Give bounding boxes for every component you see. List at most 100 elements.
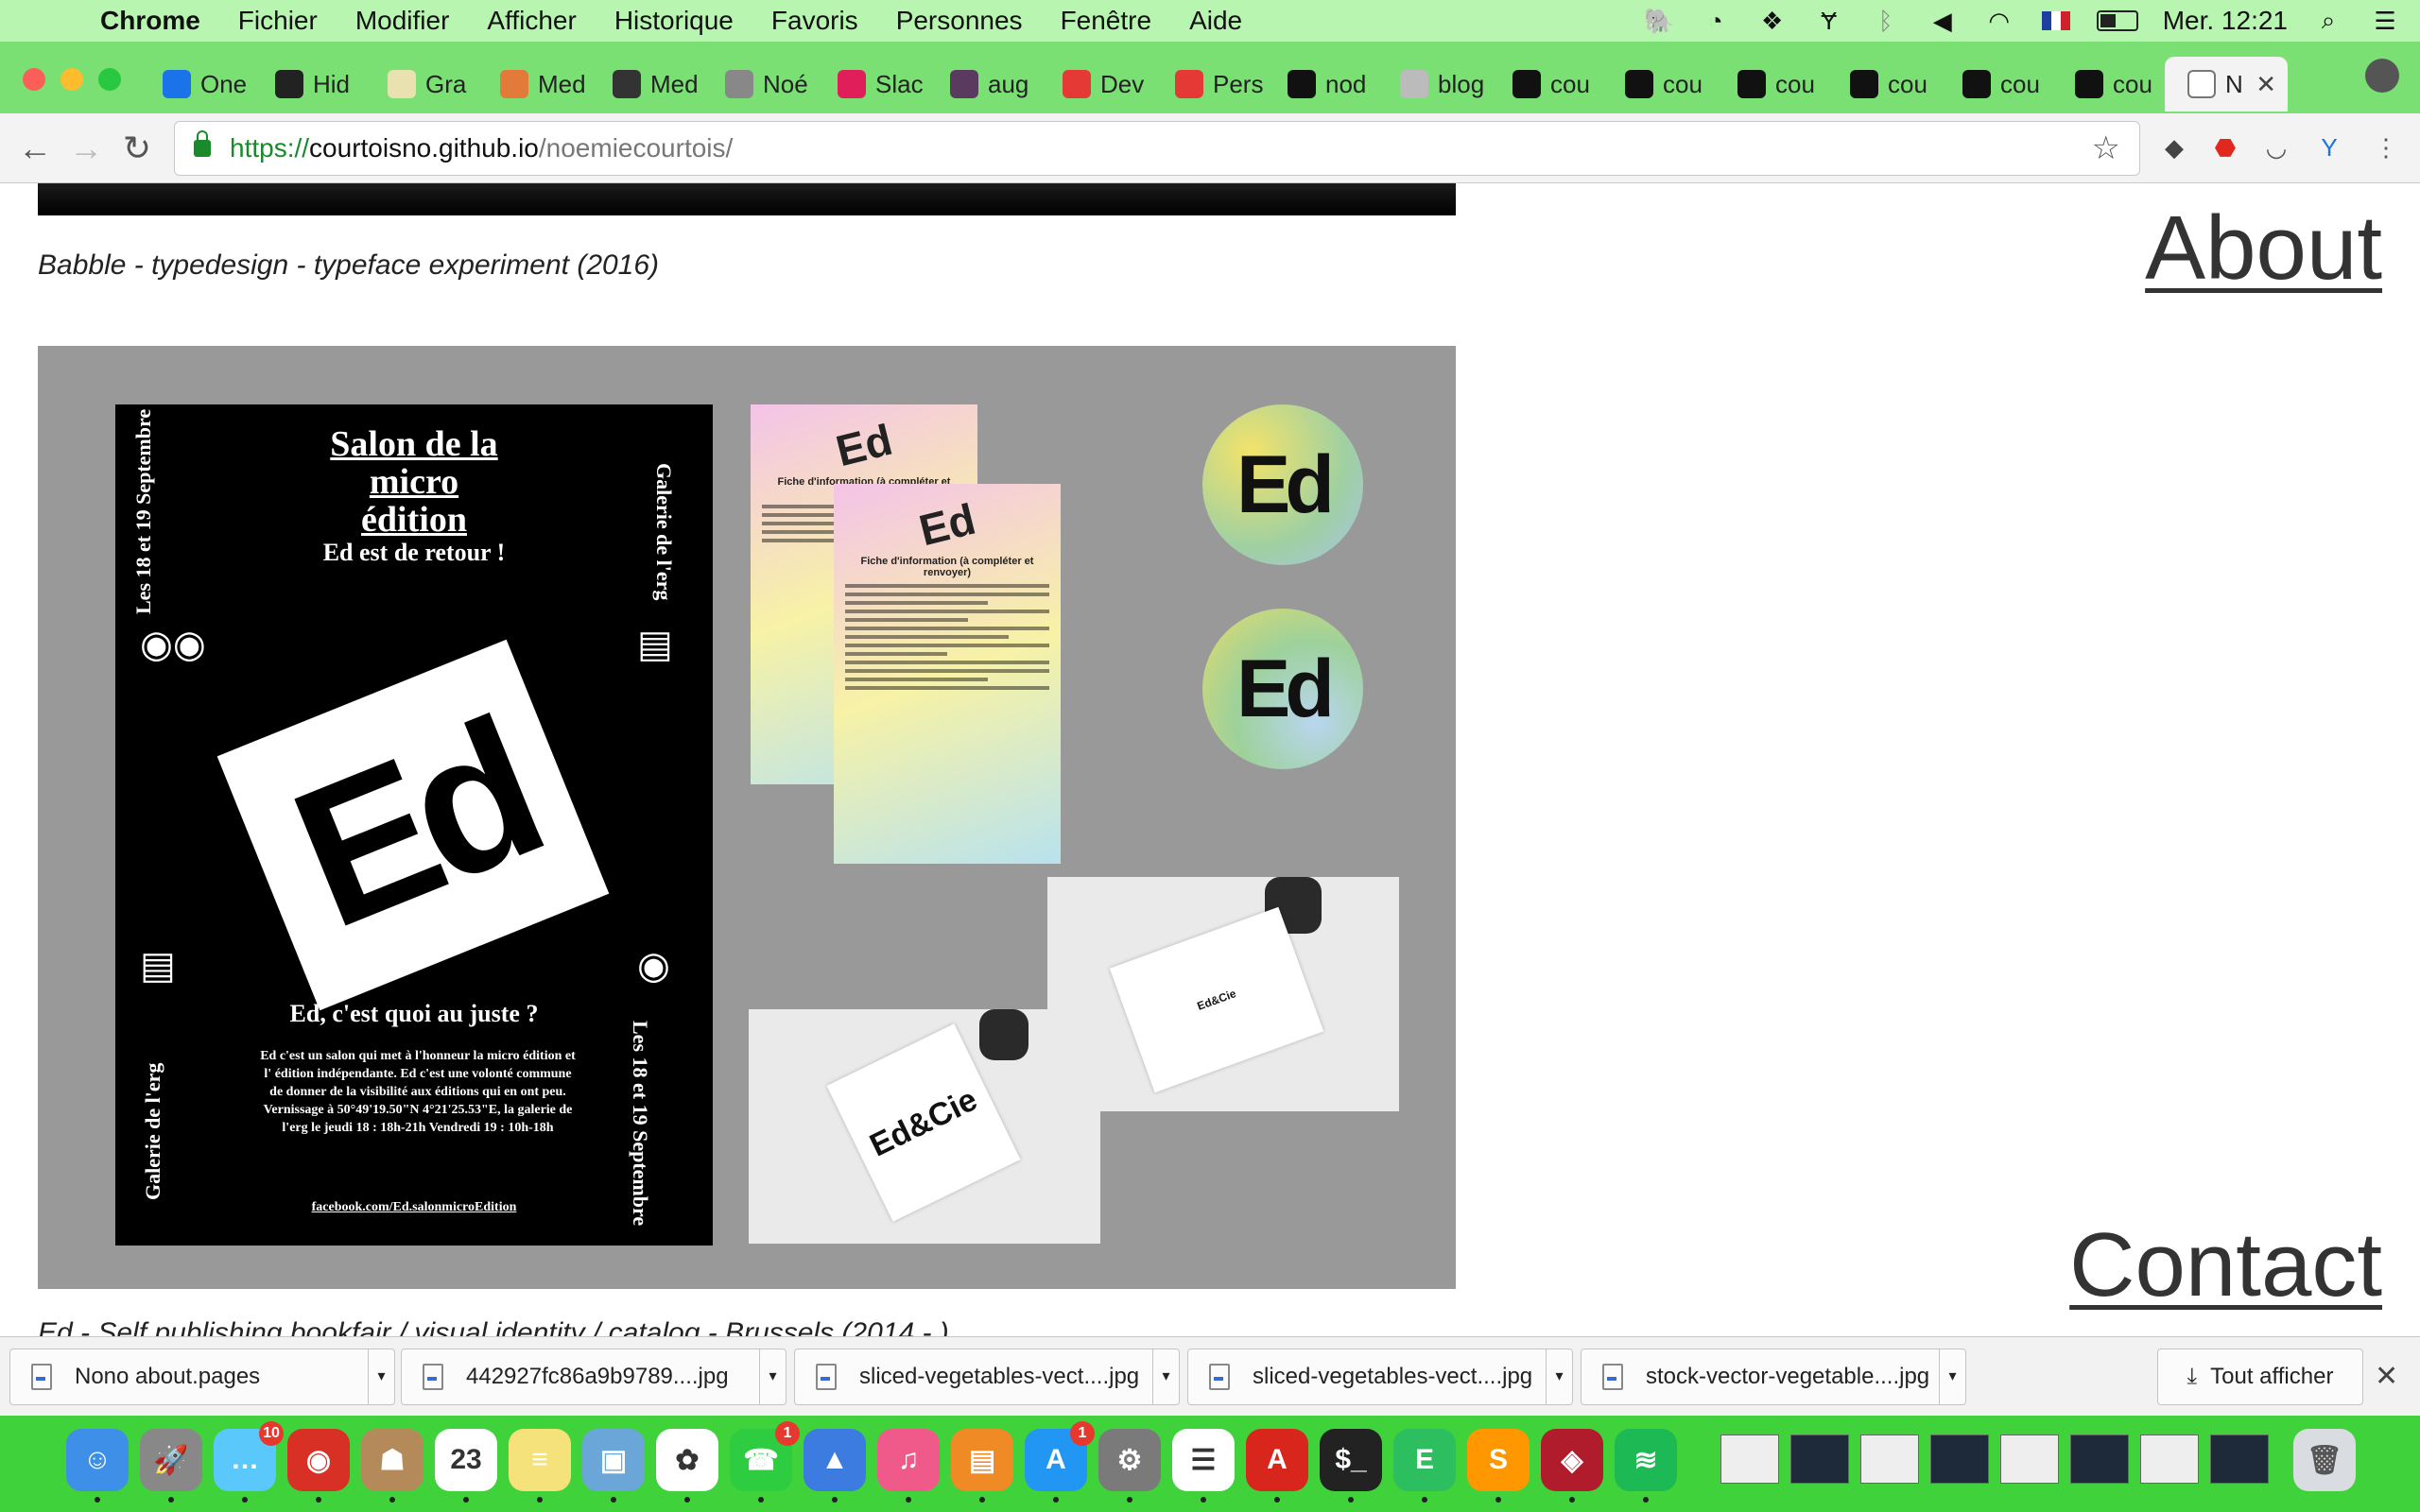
tab-7[interactable]: aug [927, 57, 1039, 112]
minimized-window-thumbnail[interactable] [1930, 1435, 1989, 1484]
menu-fichier[interactable]: Fichier [238, 6, 318, 36]
tab-2[interactable]: Gra [365, 57, 476, 112]
menu-modifier[interactable]: Modifier [355, 6, 450, 36]
tab-active[interactable]: N ✕ [2165, 57, 2288, 112]
download-menu-caret-icon[interactable]: ▾ [1152, 1349, 1179, 1404]
dock-trash-icon[interactable]: 🗑 [2293, 1429, 2356, 1491]
minimized-window-thumbnail[interactable] [1720, 1435, 1779, 1484]
close-downloads-bar-icon[interactable]: ✕ [2375, 1360, 2398, 1393]
menu-historique[interactable]: Historique [614, 6, 734, 36]
tab-6[interactable]: Slac [815, 57, 926, 112]
adblock-extension-icon[interactable]: ⬣ [2206, 129, 2244, 166]
minimized-window-thumbnail[interactable] [2140, 1435, 2199, 1484]
dock-appstore-icon[interactable]: A1 [1025, 1421, 1095, 1503]
dock-launchpad-icon[interactable]: 🚀 [140, 1429, 202, 1503]
dock-acrobat-icon[interactable]: A [1246, 1429, 1308, 1503]
back-button[interactable]: ← [13, 127, 57, 170]
download-item[interactable]: Nono about.pages ▾ [9, 1349, 395, 1405]
dock-facetime-icon[interactable]: ☎ 1 [730, 1421, 800, 1503]
bluetooth-status-icon[interactable]: ᛒ [1870, 7, 1902, 35]
address-bar[interactable]: https://courtoisno.github.io/noemiecourt… [174, 121, 2140, 176]
download-menu-caret-icon[interactable]: ▾ [759, 1349, 786, 1404]
nav-link-contact[interactable]: Contact [2069, 1213, 2382, 1317]
sync-status-icon[interactable]: ◔ [1700, 7, 1732, 35]
minimized-window-thumbnail[interactable] [1790, 1435, 1849, 1484]
dock-notes-icon[interactable]: ≡ [509, 1429, 571, 1503]
layers-extension-icon[interactable]: ◆ [2155, 129, 2193, 166]
close-tab-icon[interactable]: ✕ [2256, 70, 2276, 99]
tab-10[interactable]: nod [1265, 57, 1376, 112]
y-extension-icon[interactable]: Y [2310, 129, 2348, 166]
nav-link-about[interactable]: About [2145, 197, 2382, 301]
minimized-window-thumbnail[interactable] [1860, 1435, 1919, 1484]
dock-reminders-icon[interactable]: ☰ [1172, 1429, 1235, 1503]
dock-finder-icon[interactable]: ☺ [66, 1429, 129, 1503]
download-menu-caret-icon[interactable]: ▾ [1939, 1349, 1965, 1404]
close-window-button[interactable] [23, 68, 45, 91]
menu-fenetre[interactable]: Fenêtre [1061, 6, 1152, 36]
tab-11[interactable]: blog [1377, 57, 1489, 112]
tab-1[interactable]: Hid [252, 57, 364, 112]
zoom-window-button[interactable] [98, 68, 121, 91]
dock-ibooks-icon[interactable]: ▤ [951, 1429, 1013, 1503]
download-item[interactable]: stock-vector-vegetable....jpg ▾ [1581, 1349, 1966, 1405]
tab-5[interactable]: Noé [702, 57, 814, 112]
dock-photos-icon[interactable]: ✿ [656, 1429, 718, 1503]
pocket-extension-icon[interactable]: ◡ [2257, 129, 2295, 166]
show-all-downloads-button[interactable]: ⤓ Tout afficher [2157, 1349, 2363, 1405]
clock[interactable]: Mer. 12:21 [2163, 6, 2288, 36]
minimize-window-button[interactable] [60, 68, 83, 91]
tab-3[interactable]: Med [477, 57, 589, 112]
minimized-window-thumbnail[interactable] [2210, 1435, 2269, 1484]
dock-keynote-icon[interactable]: ▲ [804, 1429, 866, 1503]
menu-afficher[interactable]: Afficher [487, 6, 576, 36]
tab-14[interactable]: cou [1715, 57, 1826, 112]
minimized-window-thumbnail[interactable] [2000, 1435, 2059, 1484]
evernote-status-icon[interactable]: 🐘 [1643, 7, 1675, 35]
dock-evernote-icon[interactable]: E [1393, 1429, 1456, 1503]
dock-contacts-icon[interactable]: ☗ [361, 1429, 424, 1503]
tab-0[interactable]: One [140, 57, 251, 112]
menu-app-chrome[interactable]: Chrome [100, 6, 200, 36]
menu-aide[interactable]: Aide [1189, 6, 1242, 36]
download-menu-caret-icon[interactable]: ▾ [368, 1349, 394, 1404]
notification-center-icon[interactable]: ☰ [2369, 7, 2401, 35]
dock-preview-icon[interactable]: ▣ [582, 1429, 645, 1503]
download-menu-caret-icon[interactable]: ▾ [1546, 1349, 1572, 1404]
dock-system-preferences-icon[interactable]: ⚙ [1098, 1429, 1161, 1503]
tab-13[interactable]: cou [1602, 57, 1714, 112]
dock-spotify-icon[interactable]: ≋ [1615, 1429, 1677, 1503]
download-item[interactable]: sliced-vegetables-vect....jpg ▾ [794, 1349, 1180, 1405]
wifi-status-icon[interactable]: ◠ [1983, 7, 2015, 35]
volume-status-icon[interactable]: ◀ [1927, 7, 1959, 35]
project-image-babble[interactable] [38, 183, 1456, 215]
tab-15[interactable]: cou [1827, 57, 1939, 112]
tab-4[interactable]: Med [590, 57, 701, 112]
dropbox-status-icon[interactable]: ❖ [1756, 7, 1789, 35]
minimized-window-thumbnail[interactable] [2070, 1435, 2129, 1484]
tab-12[interactable]: cou [1490, 57, 1601, 112]
battery-icon[interactable] [2096, 10, 2138, 31]
menu-favoris[interactable]: Favoris [771, 6, 858, 36]
profile-avatar-icon[interactable] [2365, 59, 2399, 93]
project-image-ed[interactable]: Salon de la micro édition Ed est de reto… [38, 346, 1456, 1289]
tab-9[interactable]: Pers [1152, 57, 1264, 112]
tab-16[interactable]: cou [1940, 57, 2051, 112]
tab-8[interactable]: Dev [1040, 57, 1151, 112]
reload-button[interactable]: ↻ [115, 127, 159, 170]
dock-calendar-icon[interactable]: 23 [435, 1429, 497, 1503]
input-source-flag-icon[interactable] [2040, 8, 2072, 34]
dock-sublime-icon[interactable]: S [1467, 1429, 1530, 1503]
menu-personnes[interactable]: Personnes [896, 6, 1023, 36]
download-item[interactable]: 442927fc86a9b9789....jpg ▾ [401, 1349, 786, 1405]
download-item[interactable]: sliced-vegetables-vect....jpg ▾ [1187, 1349, 1573, 1405]
dock-terminal-icon[interactable]: $_ [1320, 1429, 1382, 1503]
dock-chrome-icon[interactable]: ◉ [287, 1429, 350, 1503]
spotlight-search-icon[interactable]: ⌕ [2312, 6, 2344, 34]
fork-status-icon[interactable]: Ɏ [1813, 7, 1845, 35]
tab-17[interactable]: cou [2052, 57, 2164, 112]
dock-minimized-windows[interactable] [1720, 1435, 2288, 1491]
chrome-menu-icon[interactable]: ⋮ [2367, 129, 2405, 166]
dock-messages-icon[interactable]: … 10 [214, 1421, 284, 1503]
dock-mendeley-icon[interactable]: ◈ [1541, 1429, 1603, 1503]
